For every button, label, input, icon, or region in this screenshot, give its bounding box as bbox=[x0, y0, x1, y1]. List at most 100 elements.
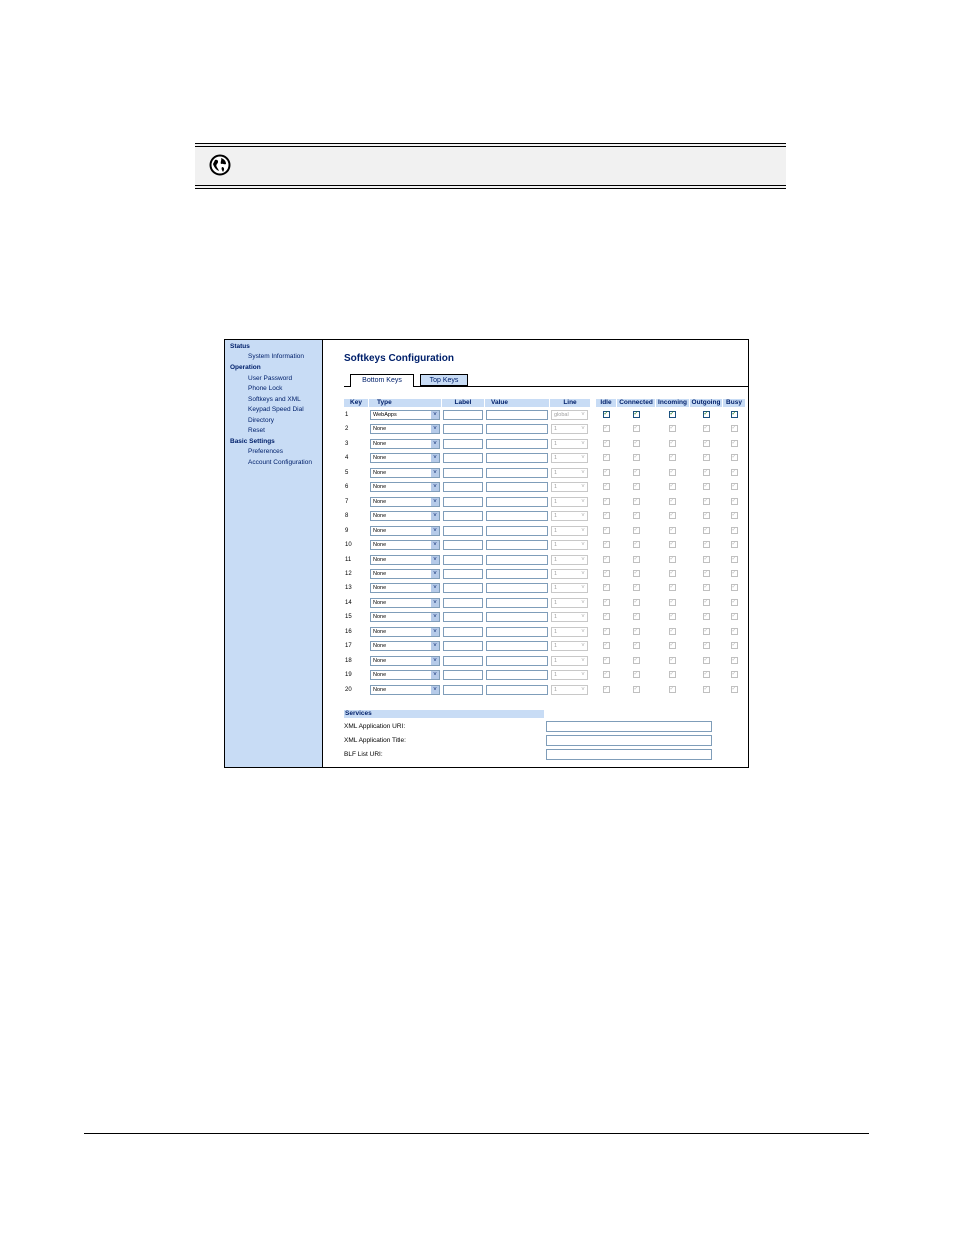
type-select[interactable]: None ˅ bbox=[370, 511, 440, 522]
idle-checkbox[interactable]: ✓ bbox=[602, 627, 610, 635]
line-select[interactable]: 1 ˅ bbox=[551, 438, 588, 449]
value-input[interactable] bbox=[486, 410, 548, 420]
incoming-checkbox[interactable]: ✓ bbox=[668, 598, 676, 606]
line-select[interactable]: 1 ˅ bbox=[551, 684, 588, 695]
type-select[interactable]: None ˅ bbox=[370, 554, 440, 565]
nav-section-status[interactable]: Status bbox=[230, 343, 250, 350]
label-input[interactable] bbox=[443, 597, 483, 608]
type-select[interactable]: WebApps ˅ bbox=[370, 410, 440, 420]
value-input[interactable] bbox=[486, 453, 548, 464]
outgoing-checkbox[interactable]: ✓ bbox=[702, 613, 710, 621]
value-input[interactable] bbox=[486, 511, 548, 522]
xml-application-title-input[interactable] bbox=[546, 735, 712, 746]
incoming-checkbox[interactable]: ✓ bbox=[668, 656, 676, 664]
incoming-checkbox[interactable]: ✓ bbox=[668, 555, 676, 563]
line-select[interactable]: 1 ˅ bbox=[551, 641, 588, 652]
idle-checkbox[interactable]: ✓ bbox=[602, 671, 610, 679]
idle-checkbox[interactable]: ✓ bbox=[602, 555, 610, 563]
connected-checkbox[interactable]: ✓ bbox=[632, 627, 640, 635]
label-input[interactable] bbox=[443, 453, 483, 464]
incoming-checkbox[interactable]: ✓ bbox=[668, 411, 676, 418]
outgoing-checkbox[interactable]: ✓ bbox=[702, 671, 710, 679]
idle-checkbox[interactable]: ✓ bbox=[602, 483, 610, 491]
type-select[interactable]: None ˅ bbox=[370, 670, 440, 681]
outgoing-checkbox[interactable]: ✓ bbox=[702, 627, 710, 635]
nav-section-operation[interactable]: Operation bbox=[230, 364, 261, 371]
value-input[interactable] bbox=[486, 554, 548, 565]
line-select[interactable]: global ˅ bbox=[551, 410, 588, 420]
busy-checkbox[interactable]: ✓ bbox=[730, 685, 738, 693]
incoming-checkbox[interactable]: ✓ bbox=[668, 439, 676, 447]
connected-checkbox[interactable]: ✓ bbox=[632, 555, 640, 563]
value-input[interactable] bbox=[486, 597, 548, 608]
label-input[interactable] bbox=[443, 438, 483, 449]
outgoing-checkbox[interactable]: ✓ bbox=[702, 425, 710, 433]
label-input[interactable] bbox=[443, 467, 483, 478]
label-input[interactable] bbox=[443, 511, 483, 522]
connected-checkbox[interactable]: ✓ bbox=[632, 468, 640, 476]
idle-checkbox[interactable]: ✓ bbox=[602, 512, 610, 520]
incoming-checkbox[interactable]: ✓ bbox=[668, 685, 676, 693]
line-select[interactable]: 1 ˅ bbox=[551, 597, 588, 608]
label-input[interactable] bbox=[443, 482, 483, 493]
value-input[interactable] bbox=[486, 655, 548, 666]
outgoing-checkbox[interactable]: ✓ bbox=[702, 541, 710, 549]
type-select[interactable]: None ˅ bbox=[370, 482, 440, 493]
outgoing-checkbox[interactable]: ✓ bbox=[702, 468, 710, 476]
busy-checkbox[interactable]: ✓ bbox=[730, 642, 738, 650]
nav-item-softkeys-and-xml[interactable]: Softkeys and XML bbox=[248, 396, 301, 403]
label-input[interactable] bbox=[443, 626, 483, 637]
idle-checkbox[interactable]: ✓ bbox=[602, 468, 610, 476]
connected-checkbox[interactable]: ✓ bbox=[632, 425, 640, 433]
type-select[interactable]: None ˅ bbox=[370, 496, 440, 507]
busy-checkbox[interactable]: ✓ bbox=[730, 569, 738, 577]
value-input[interactable] bbox=[486, 670, 548, 681]
line-select[interactable]: 1 ˅ bbox=[551, 540, 588, 551]
tab-top-keys[interactable]: Top Keys bbox=[420, 374, 468, 386]
incoming-checkbox[interactable]: ✓ bbox=[668, 569, 676, 577]
label-input[interactable] bbox=[443, 554, 483, 565]
line-select[interactable]: 1 ˅ bbox=[551, 554, 588, 565]
outgoing-checkbox[interactable]: ✓ bbox=[702, 454, 710, 462]
connected-checkbox[interactable]: ✓ bbox=[632, 613, 640, 621]
value-input[interactable] bbox=[486, 612, 548, 623]
nav-item-phone-lock[interactable]: Phone Lock bbox=[248, 385, 282, 392]
value-input[interactable] bbox=[486, 496, 548, 507]
connected-checkbox[interactable]: ✓ bbox=[632, 454, 640, 462]
line-select[interactable]: 1 ˅ bbox=[551, 568, 588, 579]
idle-checkbox[interactable]: ✓ bbox=[602, 497, 610, 505]
type-select[interactable]: None ˅ bbox=[370, 655, 440, 666]
nav-item-account-configuration[interactable]: Account Configuration bbox=[248, 459, 312, 466]
type-select[interactable]: None ˅ bbox=[370, 684, 440, 695]
connected-checkbox[interactable]: ✓ bbox=[632, 598, 640, 606]
line-select[interactable]: 1 ˅ bbox=[551, 482, 588, 493]
idle-checkbox[interactable]: ✓ bbox=[602, 656, 610, 664]
type-select[interactable]: None ˅ bbox=[370, 438, 440, 449]
type-select[interactable]: None ˅ bbox=[370, 626, 440, 637]
value-input[interactable] bbox=[486, 438, 548, 449]
connected-checkbox[interactable]: ✓ bbox=[632, 569, 640, 577]
outgoing-checkbox[interactable]: ✓ bbox=[702, 685, 710, 693]
busy-checkbox[interactable]: ✓ bbox=[730, 512, 738, 520]
connected-checkbox[interactable]: ✓ bbox=[632, 497, 640, 505]
busy-checkbox[interactable]: ✓ bbox=[730, 584, 738, 592]
blf-list-uri-input[interactable] bbox=[546, 749, 712, 760]
busy-checkbox[interactable]: ✓ bbox=[730, 454, 738, 462]
line-select[interactable]: 1 ˅ bbox=[551, 612, 588, 623]
line-select[interactable]: 1 ˅ bbox=[551, 655, 588, 666]
connected-checkbox[interactable]: ✓ bbox=[632, 541, 640, 549]
incoming-checkbox[interactable]: ✓ bbox=[668, 541, 676, 549]
outgoing-checkbox[interactable]: ✓ bbox=[702, 569, 710, 577]
label-input[interactable] bbox=[443, 525, 483, 536]
line-select[interactable]: 1 ˅ bbox=[551, 467, 588, 478]
incoming-checkbox[interactable]: ✓ bbox=[668, 671, 676, 679]
nav-item-keypad-speed-dial[interactable]: Keypad Speed Dial bbox=[248, 406, 304, 413]
value-input[interactable] bbox=[486, 626, 548, 637]
incoming-checkbox[interactable]: ✓ bbox=[668, 497, 676, 505]
incoming-checkbox[interactable]: ✓ bbox=[668, 613, 676, 621]
incoming-checkbox[interactable]: ✓ bbox=[668, 512, 676, 520]
outgoing-checkbox[interactable]: ✓ bbox=[702, 598, 710, 606]
connected-checkbox[interactable]: ✓ bbox=[632, 512, 640, 520]
idle-checkbox[interactable]: ✓ bbox=[602, 613, 610, 621]
type-select[interactable]: None ˅ bbox=[370, 641, 440, 652]
